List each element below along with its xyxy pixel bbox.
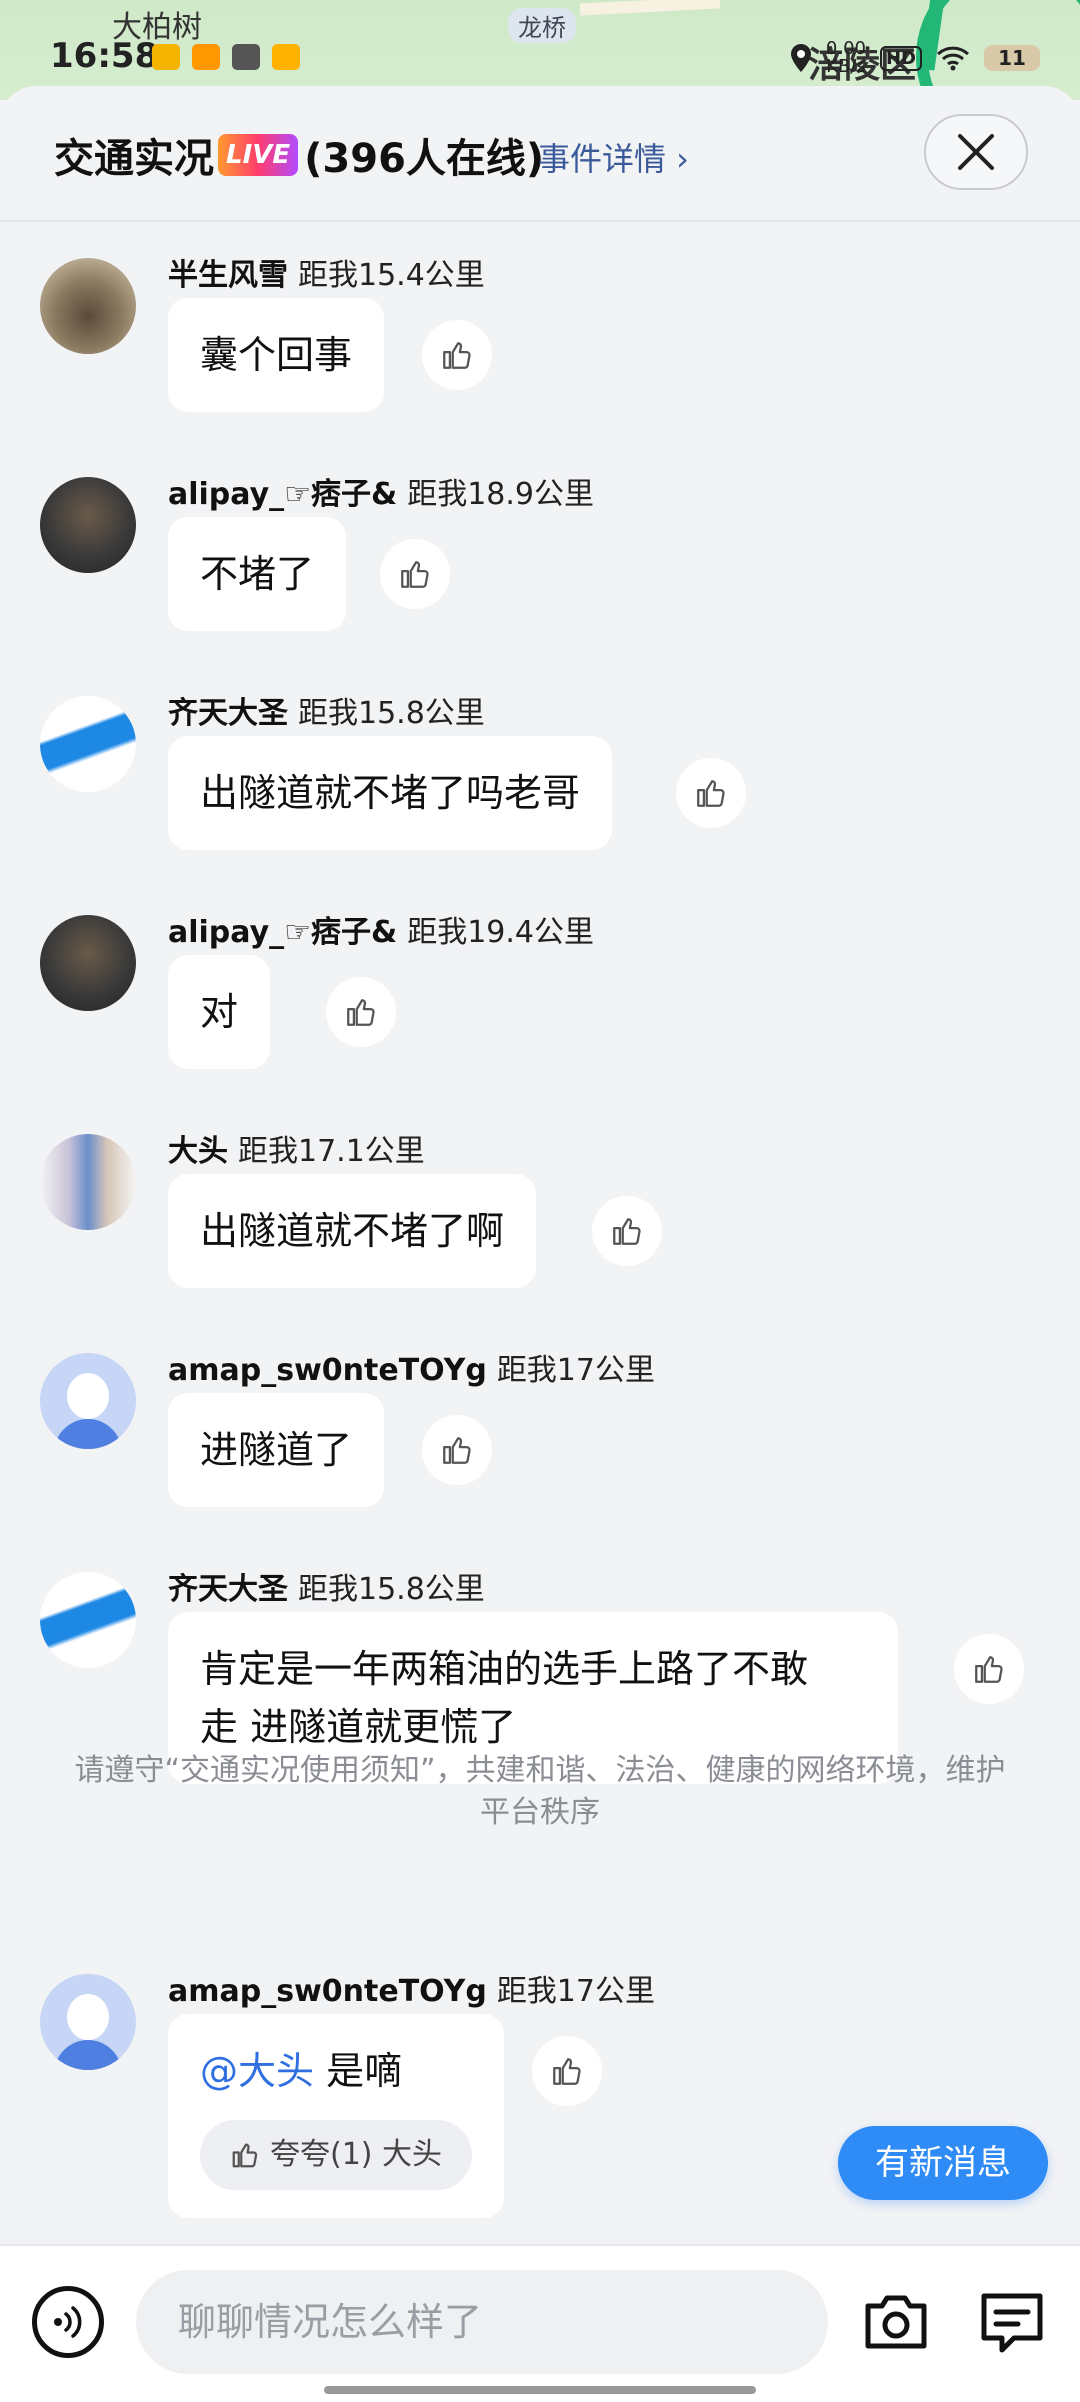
camera-icon	[865, 2295, 927, 2349]
like-button[interactable]	[954, 1634, 1024, 1704]
comment-icon	[981, 2293, 1043, 2353]
like-button[interactable]	[326, 977, 396, 1047]
message-bubble: 不堵了	[168, 517, 347, 631]
praise-chip[interactable]: 夸夸(1) 大头	[200, 2120, 473, 2190]
avatar[interactable]	[40, 1353, 136, 1449]
status-time: 16:58	[50, 36, 159, 76]
message-bubble: 出隧道就不堵了吗老哥	[168, 736, 613, 850]
map-road	[579, 0, 721, 16]
thumbs-up-icon	[975, 1656, 1003, 1683]
avatar[interactable]	[40, 915, 136, 1011]
message-author: amap_sw0nteTOYg 距我17公里	[168, 1974, 655, 2009]
avatar[interactable]	[40, 1974, 136, 2070]
avatar[interactable]	[40, 696, 136, 792]
thumbs-up-icon	[232, 2143, 258, 2168]
message-author: alipay_☞痞子& 距我19.4公里	[168, 915, 595, 950]
message-author: alipay_☞痞子& 距我18.9公里	[168, 477, 595, 512]
thumbs-up-icon	[401, 561, 429, 588]
voice-icon	[54, 2306, 82, 2338]
thumbs-up-icon	[697, 780, 725, 807]
camera-button[interactable]	[860, 2286, 932, 2358]
message-author: amap_sw0nteTOYg 距我17公里	[168, 1353, 655, 1388]
message-author: 半生风雪 距我15.4公里	[168, 258, 485, 293]
message-bubble: 进隧道了	[168, 1393, 385, 1507]
avatar[interactable]	[40, 1572, 136, 1668]
live-badge: LIVE	[218, 134, 299, 176]
map-label: 龙桥	[508, 8, 576, 43]
notification-icons	[152, 44, 300, 70]
message-author: 大头 距我17.1公里	[168, 1134, 425, 1169]
new-messages-button[interactable]: 有新消息	[838, 2126, 1048, 2200]
page-title: 交通实况 LIVE (396人在线)	[54, 126, 544, 184]
like-button[interactable]	[532, 2036, 602, 2106]
message-bubble: 出隧道就不堵了啊	[168, 1174, 537, 1288]
thumbs-up-icon	[553, 2058, 581, 2085]
online-count: (396人在线)	[304, 136, 545, 182]
voice-button[interactable]	[32, 2286, 104, 2358]
message-author: 齐天大圣 距我15.8公里	[168, 1572, 485, 1607]
comment-button[interactable]	[976, 2286, 1048, 2358]
avatar[interactable]	[40, 1134, 136, 1230]
message-bubble: @大头 是嘀 夸夸(1) 大头	[168, 2014, 505, 2218]
close-button[interactable]	[924, 114, 1028, 190]
event-details-link[interactable]: 事件详情 ›	[538, 134, 689, 180]
community-notice: 请遵守“交通实况使用须知”，共建和谐、法治、健康的网络环境，维护 平台秩序	[74, 1753, 1006, 1830]
map-strip: 大柏树 龙桥 涪陵区 16:58 0.00 KB/s HD 11	[0, 0, 1080, 100]
app-notification-icon	[192, 44, 220, 70]
message-bubble: 囊个回事	[168, 298, 385, 412]
composer-bar	[0, 2244, 1080, 2402]
like-button[interactable]	[422, 1415, 492, 1485]
thumbs-up-icon	[347, 999, 375, 1026]
like-button[interactable]	[380, 539, 450, 609]
wechat-icon	[232, 44, 260, 70]
close-icon	[958, 134, 994, 170]
app-notification-icon	[272, 44, 300, 70]
app-notification-icon	[152, 44, 180, 70]
like-button[interactable]	[676, 758, 746, 828]
thumbs-up-icon	[443, 342, 471, 369]
thumbs-up-icon	[443, 1437, 471, 1464]
avatar[interactable]	[40, 258, 136, 354]
thumbs-up-icon	[613, 1218, 641, 1245]
avatar[interactable]	[40, 477, 136, 573]
home-indicator[interactable]	[324, 2386, 756, 2394]
wifi-icon	[936, 46, 970, 71]
network-speed: 0.00 KB/s	[825, 38, 866, 77]
message-bubble: 对	[168, 955, 271, 1069]
status-right: 0.00 KB/s HD 11	[790, 40, 1040, 76]
like-button[interactable]	[592, 1196, 662, 1266]
mention-link[interactable]: @大头	[200, 2049, 314, 2093]
like-button[interactable]	[422, 320, 492, 390]
sheet-header: 交通实况 LIVE (396人在线) 事件详情 ›	[0, 86, 1080, 222]
hd-icon: HD	[879, 45, 922, 71]
chat-input[interactable]	[136, 2270, 828, 2374]
message-author: 齐天大圣 距我15.8公里	[168, 696, 485, 731]
location-icon	[790, 44, 811, 72]
battery-icon: 11	[984, 45, 1040, 71]
